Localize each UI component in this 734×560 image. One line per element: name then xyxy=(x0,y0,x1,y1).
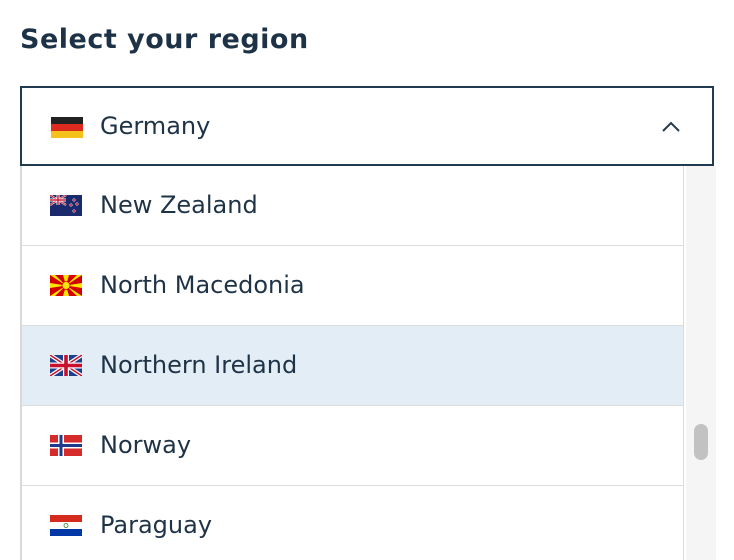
option-label: Northern Ireland xyxy=(100,351,298,379)
new-zealand-flag-icon xyxy=(50,195,82,216)
region-dropdown-list: New Zealand North Macedonia Northern Ire… xyxy=(20,166,716,560)
scrollbar-thumb[interactable] xyxy=(694,424,708,460)
norway-flag-icon xyxy=(50,435,82,456)
option-northern-ireland[interactable]: Northern Ireland xyxy=(22,326,684,406)
selected-region-label: Germany xyxy=(100,112,211,140)
option-norway[interactable]: Norway xyxy=(22,406,684,486)
page-title: Select your region xyxy=(20,24,309,55)
region-select[interactable]: Germany xyxy=(20,86,714,166)
option-label: Norway xyxy=(100,431,192,459)
option-new-zealand[interactable]: New Zealand xyxy=(22,166,684,246)
north-macedonia-flag-icon xyxy=(50,275,82,296)
germany-flag-icon xyxy=(51,117,83,138)
uk-flag-icon xyxy=(50,355,82,376)
options-list: New Zealand North Macedonia Northern Ire… xyxy=(22,166,684,560)
option-label: New Zealand xyxy=(100,191,258,219)
option-north-macedonia[interactable]: North Macedonia xyxy=(22,246,684,326)
option-label: North Macedonia xyxy=(100,271,305,299)
paraguay-flag-icon xyxy=(50,515,82,536)
option-paraguay[interactable]: Paraguay xyxy=(22,486,684,560)
chevron-up-icon[interactable] xyxy=(660,116,682,138)
option-label: Paraguay xyxy=(100,511,213,539)
dropdown-scrollbar[interactable] xyxy=(686,166,716,560)
region-selector-page: Select your region Germany New Zealand N… xyxy=(0,0,734,560)
